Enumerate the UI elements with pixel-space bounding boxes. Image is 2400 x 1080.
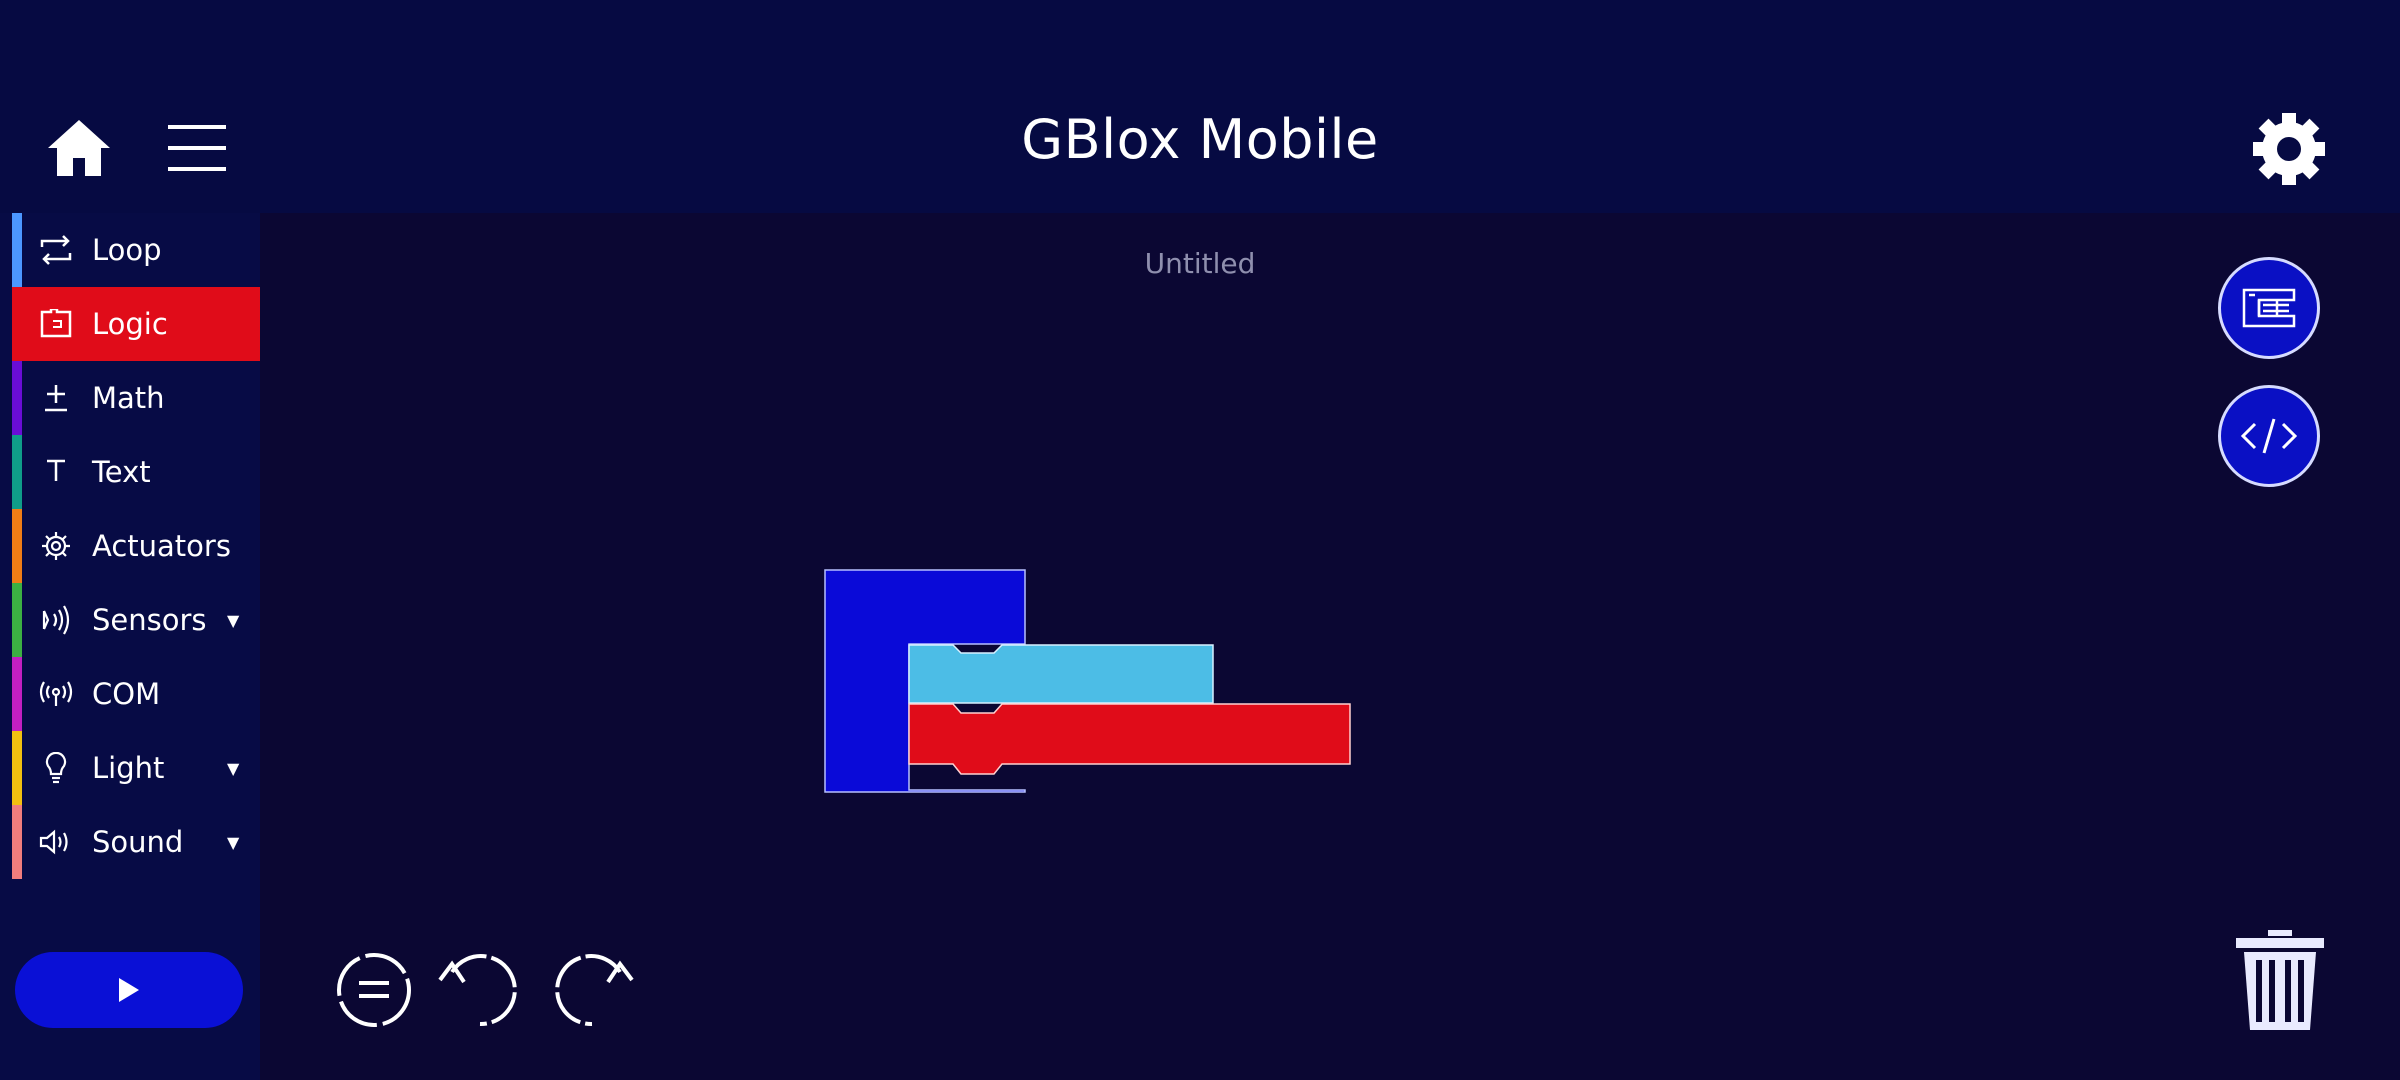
category-color-strip [12,287,22,361]
statement-block[interactable] [908,703,1351,775]
top-bar: GBlox Mobile [0,0,2400,213]
plus-minus-icon [38,380,74,416]
sensor-icon [38,602,74,638]
gear-icon [2253,113,2325,185]
blocks-view-icon [2242,288,2296,328]
blocks-view-button[interactable] [2218,257,2320,359]
category-light[interactable]: Light ▼ [12,731,260,805]
category-color-strip [12,731,22,805]
category-label: Logic [92,307,168,341]
category-color-strip [12,805,22,879]
category-text[interactable]: Text [12,435,260,509]
category-label: COM [92,677,161,711]
category-sound[interactable]: Sound ▼ [12,805,260,879]
category-label: Math [92,381,165,415]
chevron-down-icon: ▼ [227,832,240,852]
category-label: Light [92,751,165,785]
play-icon [119,978,139,1002]
lightbulb-icon [38,750,74,786]
gear-icon [38,528,74,564]
category-color-strip [12,657,22,731]
trash-icon [2236,930,2324,1030]
document-title: Untitled [1144,247,1256,280]
undo-button[interactable] [436,950,517,1030]
trash-button[interactable] [2232,926,2328,1034]
program-blocks[interactable] [820,566,1360,796]
category-sidebar: Loop Logic Math Text Actuators Sensors ▼… [0,213,260,1080]
code-icon [2240,418,2298,454]
zoom-reset-button[interactable] [334,950,414,1030]
app-root: GBlox Mobile Loop Logic Math Text Actuat… [0,0,2400,1080]
logic-icon [38,306,74,342]
text-icon [38,454,74,490]
undo-icon [438,954,517,1027]
category-math[interactable]: Math [12,361,260,435]
redo-button[interactable] [546,950,634,1030]
redo-icon [555,954,634,1027]
category-color-strip [12,509,22,583]
settings-button[interactable] [2252,112,2326,186]
category-logic[interactable]: Logic [12,287,260,361]
category-label: Sensors [92,603,207,637]
chevron-down-icon: ▼ [227,758,240,778]
category-color-strip [12,435,22,509]
category-actuators[interactable]: Actuators [12,509,260,583]
category-com[interactable]: COM [12,657,260,731]
category-sensors[interactable]: Sensors ▼ [12,583,260,657]
condition-block[interactable] [908,644,1214,704]
antenna-icon [38,676,74,712]
zoom-reset-icon [337,953,411,1027]
code-view-button[interactable] [2218,385,2320,487]
category-label: Sound [92,825,184,859]
chevron-down-icon: ▼ [227,610,240,630]
speaker-icon [38,824,74,860]
category-label: Actuators [92,529,231,563]
category-label: Text [92,455,151,489]
run-program-button[interactable] [15,952,243,1028]
app-title: GBlox Mobile [1021,108,1379,171]
category-color-strip [12,361,22,435]
category-color-strip [12,583,22,657]
